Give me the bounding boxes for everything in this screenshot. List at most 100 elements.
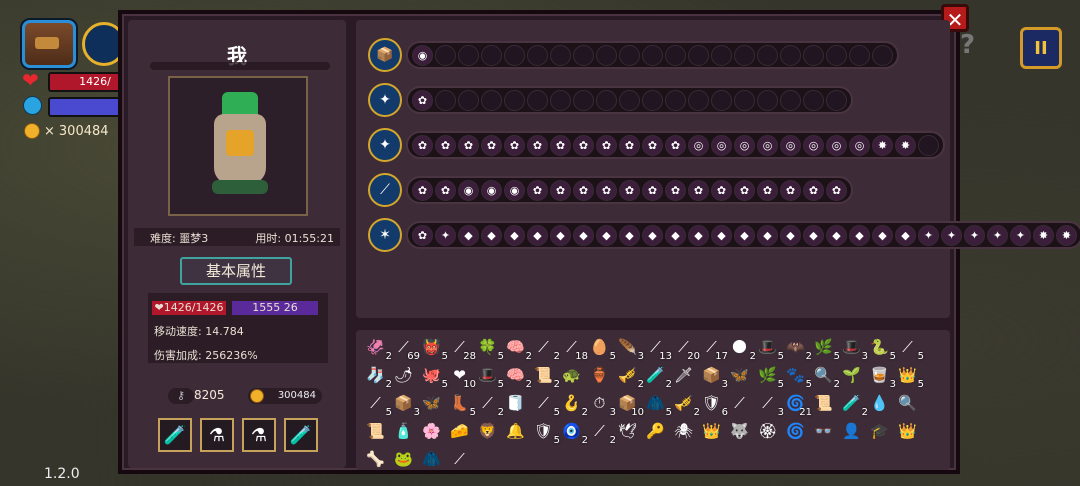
weapon-mod-slot[interactable]: ✿ — [596, 179, 617, 201]
weapon-mod-slot[interactable]: ✿ — [550, 179, 571, 201]
inventory-item[interactable]: 👤 — [838, 420, 865, 444]
weapon-icon[interactable]: 📦 — [368, 38, 402, 72]
inventory-item[interactable]: 🕷 — [670, 420, 697, 444]
weapon-mod-slot[interactable]: ◆ — [550, 224, 571, 246]
weapon-mod-slot[interactable]: ◆ — [642, 224, 663, 246]
empty-slot[interactable] — [711, 89, 732, 111]
weapon-mod-slot[interactable]: ◆ — [711, 224, 732, 246]
empty-slot[interactable] — [872, 44, 893, 66]
inventory-item[interactable]: 🏵 — [754, 420, 781, 444]
basic-attributes-button[interactable]: 基本属性 — [180, 257, 292, 285]
inventory-item[interactable]: 👑 5 — [894, 364, 924, 390]
inventory-item[interactable]: 🛡 6 — [698, 392, 728, 418]
weapon-mod-slot[interactable]: ✦ — [435, 224, 456, 246]
empty-slot[interactable] — [550, 44, 571, 66]
inventory-item[interactable]: 🧠 2 — [502, 364, 532, 390]
empty-slot[interactable] — [803, 89, 824, 111]
weapon-mod-slot[interactable]: ✿ — [412, 134, 433, 156]
weapon-mod-slot[interactable]: ✦ — [918, 224, 939, 246]
potion-slot[interactable]: 🧪 — [158, 418, 192, 452]
weapon-mod-slot[interactable]: ✿ — [412, 179, 433, 201]
weapon-mod-slot[interactable]: ✦ — [941, 224, 962, 246]
weapon-mod-slot[interactable]: ◎ — [780, 134, 801, 156]
empty-slot[interactable] — [619, 89, 640, 111]
weapon-mod-slot[interactable]: ✿ — [826, 179, 847, 201]
weapon-mod-slot[interactable]: ✿ — [619, 179, 640, 201]
inventory-item[interactable]: 🐸 — [390, 448, 417, 472]
weapon-mod-slot[interactable]: ✿ — [642, 179, 663, 201]
inventory-item[interactable]: 🧴 — [390, 420, 417, 444]
inventory-item[interactable]: 🐍 5 — [866, 336, 896, 362]
weapon-mod-slot[interactable]: ◆ — [872, 224, 893, 246]
weapon-mod-slot[interactable]: ✿ — [527, 134, 548, 156]
weapon-mod-slot[interactable]: ✿ — [412, 89, 433, 111]
empty-slot[interactable] — [918, 134, 939, 156]
potion-slot[interactable]: ⚗ — [242, 418, 276, 452]
potion-slot[interactable]: 🧪 — [284, 418, 318, 452]
weapon-mod-slot[interactable]: ◆ — [849, 224, 870, 246]
inventory-item[interactable]: ⟋ — [726, 392, 753, 416]
weapon-mod-slot[interactable]: ✦ — [1010, 224, 1031, 246]
inventory-item[interactable]: 🌱 — [838, 364, 865, 388]
inventory-item[interactable]: 🥃 3 — [866, 364, 896, 390]
inventory-item[interactable]: 🦑 2 — [362, 336, 392, 362]
weapon-icon[interactable]: ⟋ — [368, 173, 402, 207]
empty-slot[interactable] — [757, 44, 778, 66]
weapon-icon[interactable]: ✦ — [368, 83, 402, 117]
weapon-mod-slot[interactable]: ◉ — [481, 179, 502, 201]
inventory-item[interactable]: 👹 5 — [418, 336, 448, 362]
weapon-mod-slot[interactable]: ◆ — [688, 224, 709, 246]
weapon-mod-slot[interactable]: ◆ — [458, 224, 479, 246]
weapon-mod-slot[interactable]: ✿ — [527, 179, 548, 201]
weapon-mod-slot[interactable]: ◆ — [895, 224, 916, 246]
inventory-item[interactable]: ⟋ 17 — [698, 336, 728, 362]
weapon-icon[interactable]: ✶ — [368, 218, 402, 252]
weapon-mod-slot[interactable]: ◉ — [458, 179, 479, 201]
weapon-mod-slot[interactable]: ✸ — [1056, 224, 1077, 246]
inventory-item[interactable]: ⟋ 13 — [642, 336, 672, 362]
inventory-item[interactable]: 🕊 — [614, 420, 641, 444]
inventory-item[interactable]: ⟋ — [446, 448, 473, 472]
inventory-item[interactable]: ⟋ 5 — [530, 392, 560, 418]
empty-slot[interactable] — [458, 89, 479, 111]
inventory-item[interactable]: 🧠 2 — [502, 336, 532, 362]
weapon-mod-slot[interactable]: ✿ — [458, 134, 479, 156]
inventory-item[interactable]: 🐢 — [558, 364, 585, 388]
empty-slot[interactable] — [688, 89, 709, 111]
inventory-item[interactable]: 🧥 5 — [642, 392, 672, 418]
inventory-item[interactable]: 🌿 5 — [754, 364, 784, 390]
weapon-mod-slot[interactable]: ◆ — [665, 224, 686, 246]
weapon-mod-slot[interactable]: ◎ — [849, 134, 870, 156]
weapon-mod-slot[interactable]: ✿ — [642, 134, 663, 156]
empty-slot[interactable] — [573, 89, 594, 111]
empty-slot[interactable] — [481, 89, 502, 111]
empty-slot[interactable] — [504, 89, 525, 111]
inventory-item[interactable]: 🛡 5 — [530, 420, 560, 446]
inventory-item[interactable]: 🌿 5 — [810, 336, 840, 362]
empty-slot[interactable] — [780, 89, 801, 111]
weapon-mod-slot[interactable]: ✿ — [481, 134, 502, 156]
weapon-mod-slot[interactable]: ✿ — [412, 224, 433, 246]
empty-slot[interactable] — [849, 44, 870, 66]
weapon-mod-slot[interactable]: ◉ — [504, 179, 525, 201]
empty-slot[interactable] — [642, 44, 663, 66]
inventory-item[interactable]: 🎺 2 — [670, 392, 700, 418]
empty-slot[interactable] — [435, 89, 456, 111]
weapon-mod-slot[interactable]: ◆ — [803, 224, 824, 246]
inventory-item[interactable]: 💧 — [866, 392, 893, 416]
inventory-item[interactable]: 🌀 21 — [782, 392, 812, 418]
empty-slot[interactable] — [826, 89, 847, 111]
inventory-item[interactable]: ⟋ 69 — [390, 336, 420, 362]
inventory-item[interactable]: 🎩 5 — [474, 364, 504, 390]
weapon-mod-slot[interactable]: ◆ — [619, 224, 640, 246]
inventory-item[interactable]: 📦 3 — [390, 392, 420, 418]
inventory-item[interactable]: 🧀 — [446, 420, 473, 444]
weapon-mod-slot[interactable]: ✿ — [734, 179, 755, 201]
inventory-item[interactable]: 🔔 — [502, 420, 529, 444]
weapon-mod-slot[interactable]: ◎ — [711, 134, 732, 156]
weapon-mod-slot[interactable]: ◆ — [596, 224, 617, 246]
weapon-mod-slot[interactable]: ✿ — [550, 134, 571, 156]
weapon-mod-slot[interactable]: ◎ — [688, 134, 709, 156]
inventory-item[interactable]: ⟋ 28 — [446, 336, 476, 362]
inventory-item[interactable]: 🧪 2 — [838, 392, 868, 418]
